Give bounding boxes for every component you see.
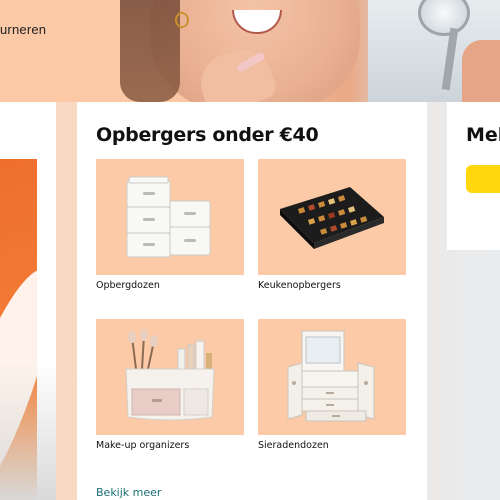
makeup-organizer-icon (125, 329, 215, 421)
hero-text: urneren (0, 22, 47, 37)
tile-keukenopbergers[interactable]: Keukenopbergers (258, 159, 406, 291)
tile-label[interactable]: Sieradendozen (258, 440, 406, 451)
hero-hair (120, 0, 180, 102)
tile-label[interactable]: Keukenopbergers (258, 280, 406, 291)
right-card-title: Meld (466, 124, 500, 146)
storage-boxes-icon (126, 176, 211, 258)
hero-second-person (462, 40, 500, 102)
card-title: Opbergers onder €40 (96, 124, 319, 146)
tile-sieradendozen[interactable]: Sieradendozen (258, 319, 406, 451)
right-card: Meld (447, 102, 500, 250)
bekijk-meer-link[interactable]: Bekijk meer (96, 486, 161, 499)
jewelry-box-image[interactable] (258, 319, 406, 435)
jewelry-box-icon (287, 330, 375, 422)
earring-icon (175, 12, 189, 28)
tile-label[interactable]: Make-up organizers (96, 440, 244, 451)
storage-card: Opbergers onder €40 Opbergdozen Keukenop… (77, 102, 427, 500)
makeup-organizer-image[interactable] (96, 319, 244, 435)
spice-rack-icon (280, 187, 384, 249)
kitchen-organizer-image[interactable] (258, 159, 406, 275)
signup-button[interactable] (466, 165, 500, 193)
left-card-fade (0, 362, 56, 500)
tile-makeup-organizers[interactable]: Make-up organizers (96, 319, 244, 451)
tile-label[interactable]: Opbergdozen (96, 280, 244, 291)
storage-boxes-image[interactable] (96, 159, 244, 275)
tile-opbergdozen[interactable]: Opbergdozen (96, 159, 244, 291)
left-card[interactable]: t (0, 102, 56, 500)
hero-banner[interactable]: urneren (0, 0, 500, 102)
